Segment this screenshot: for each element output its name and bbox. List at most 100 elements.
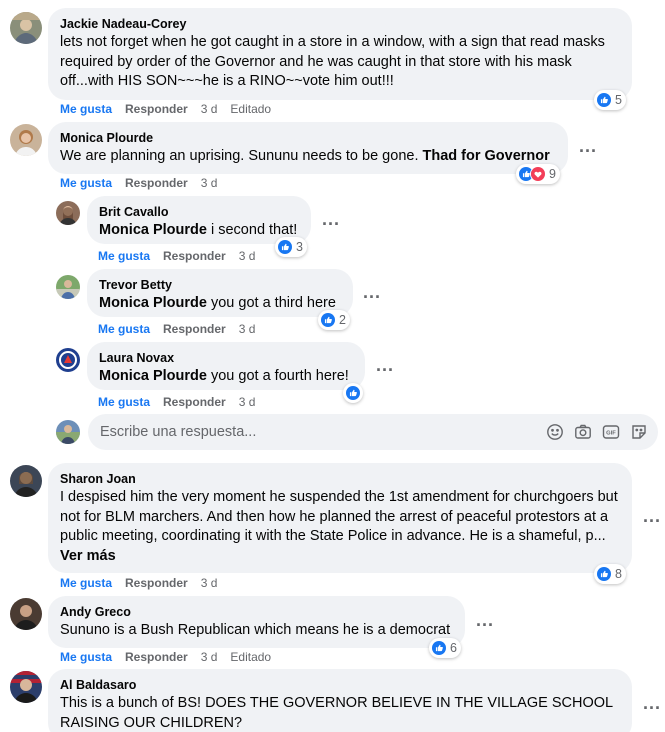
reply-bubble: Trevor Betty Monica Plourde you got a th… (87, 269, 353, 317)
reply-button[interactable]: Responder (125, 102, 188, 116)
comment-bubble: Sharon Joan I despised him the very mome… (48, 463, 632, 573)
more-options-button[interactable]: ... (321, 210, 341, 233)
comment-author[interactable]: Andy Greco (60, 604, 453, 620)
mention-link[interactable]: Monica Plourde (99, 222, 207, 238)
reaction-summary[interactable]: 3 (275, 237, 307, 257)
reply-bubble: Laura Novax Monica Plourde you got a fou… (87, 342, 365, 390)
reply-button[interactable]: Responder (125, 650, 188, 664)
reply-actions: Me gusta Responder 3 d (98, 394, 268, 410)
reply-author[interactable]: Trevor Betty (99, 277, 341, 293)
reaction-count: 9 (549, 167, 556, 181)
like-button[interactable]: Me gusta (60, 650, 112, 664)
more-options-button[interactable]: ... (642, 694, 662, 717)
comment-text-plain: I despised him the very moment he suspen… (60, 489, 618, 544)
reply-bubble: Brit Cavallo Monica Plourde i second tha… (87, 196, 311, 244)
smiley-icon[interactable] (546, 423, 564, 441)
reaction-count: 2 (339, 313, 346, 327)
timestamp[interactable]: 3 d (201, 650, 218, 664)
reaction-summary[interactable]: 8 (594, 564, 626, 584)
timestamp[interactable]: 3 d (201, 176, 218, 190)
like-button[interactable]: Me gusta (60, 176, 112, 190)
comment-text: Sununo is a Bush Republican which means … (60, 622, 451, 638)
reply-text-plain: you got a fourth here! (206, 368, 349, 384)
reaction-summary[interactable] (343, 383, 363, 403)
gif-icon[interactable]: GIF (602, 423, 620, 441)
comment-text: We are planning an uprising. Sununu need… (60, 147, 556, 167)
avatar[interactable] (10, 12, 42, 44)
comment-text-plain: We are planning an uprising. Sununu need… (60, 148, 423, 164)
reply-button[interactable]: Responder (163, 395, 226, 409)
svg-text:GIF: GIF (606, 430, 616, 436)
reply-button[interactable]: Responder (163, 249, 226, 263)
avatar[interactable] (56, 348, 80, 372)
edited-label: Editado (230, 102, 272, 116)
reply-placeholder: Escribe una respuesta... (100, 424, 257, 440)
reply-author[interactable]: Laura Novax (99, 350, 353, 366)
comment-text: This is a bunch of BS! DOES THE GOVERNOR… (60, 695, 613, 731)
avatar[interactable] (10, 598, 42, 630)
like-reaction-icon (277, 239, 293, 255)
like-button[interactable]: Me gusta (60, 576, 112, 590)
comment-bubble: Andy Greco Sununo is a Bush Republican w… (48, 596, 465, 648)
avatar[interactable] (56, 201, 80, 225)
sticker-icon[interactable] (630, 423, 648, 441)
reaction-summary[interactable]: 5 (594, 90, 626, 110)
like-button[interactable]: Me gusta (98, 249, 150, 263)
reply-button[interactable]: Responder (163, 322, 226, 336)
timestamp[interactable]: 3 d (239, 322, 256, 336)
avatar[interactable] (10, 465, 42, 497)
reaction-count: 3 (296, 240, 303, 254)
avatar[interactable] (10, 124, 42, 156)
mention-link[interactable]: Monica Plourde (99, 295, 207, 311)
timestamp[interactable]: 3 d (201, 102, 218, 116)
like-reaction-icon (345, 385, 361, 401)
like-button[interactable]: Me gusta (98, 395, 150, 409)
comment-text-bold: Thad for Governor (422, 148, 550, 164)
timestamp[interactable]: 3 d (201, 576, 218, 590)
reaction-summary[interactable]: 2 (318, 310, 350, 330)
current-user-avatar (56, 420, 80, 444)
avatar[interactable] (56, 275, 80, 299)
comment-actions: Me gusta Responder 3 d Editado (60, 101, 284, 117)
more-options-button[interactable]: ... (375, 356, 395, 379)
comment-author[interactable]: Monica Plourde (60, 130, 556, 146)
reply-button[interactable]: Responder (125, 176, 188, 190)
like-reaction-icon (320, 312, 336, 328)
reply-button[interactable]: Responder (125, 576, 188, 590)
comment-bubble: Jackie Nadeau-Corey lets not forget when… (48, 8, 632, 100)
mention-link[interactable]: Monica Plourde (99, 368, 207, 384)
love-reaction-icon (530, 166, 546, 182)
comment-bubble: Al Baldasaro This is a bunch of BS! DOES… (48, 669, 632, 732)
reaction-count: 5 (615, 93, 622, 107)
like-reaction-icon (431, 640, 447, 656)
comment-text: lets not forget when he got caught in a … (60, 34, 605, 89)
reply-author[interactable]: Brit Cavallo (99, 204, 299, 220)
composer-icons: GIF (546, 423, 648, 441)
comment-author[interactable]: Jackie Nadeau-Corey (60, 16, 620, 32)
comment-author[interactable]: Sharon Joan (60, 471, 620, 487)
more-options-button[interactable]: ... (362, 283, 382, 306)
reaction-count: 6 (450, 641, 457, 655)
reply-text: Monica Plourde you got a fourth here! (99, 367, 353, 387)
reply-text-plain: you got a third here (206, 295, 336, 311)
camera-icon[interactable] (574, 423, 592, 441)
comment-actions: Me gusta Responder 3 d (60, 175, 230, 191)
see-more-link[interactable]: Ver más (60, 548, 116, 564)
more-options-button[interactable]: ... (475, 611, 495, 634)
timestamp[interactable]: 3 d (239, 249, 256, 263)
like-button[interactable]: Me gusta (98, 322, 150, 336)
reaction-summary[interactable]: 6 (429, 638, 461, 658)
like-button[interactable]: Me gusta (60, 102, 112, 116)
reply-input[interactable]: Escribe una respuesta... GIF (88, 414, 658, 450)
reply-actions: Me gusta Responder 3 d (98, 321, 268, 337)
reply-text-plain: i second that! (206, 222, 298, 238)
reply-text: Monica Plourde you got a third here (99, 294, 341, 314)
more-options-button[interactable]: ... (642, 507, 662, 530)
reply-actions: Me gusta Responder 3 d (98, 248, 268, 264)
like-reaction-icon (596, 566, 612, 582)
avatar[interactable] (10, 671, 42, 703)
timestamp[interactable]: 3 d (239, 395, 256, 409)
more-options-button[interactable]: ... (578, 137, 598, 160)
comment-author[interactable]: Al Baldasaro (60, 677, 620, 693)
reaction-summary[interactable]: 9 (516, 164, 560, 184)
